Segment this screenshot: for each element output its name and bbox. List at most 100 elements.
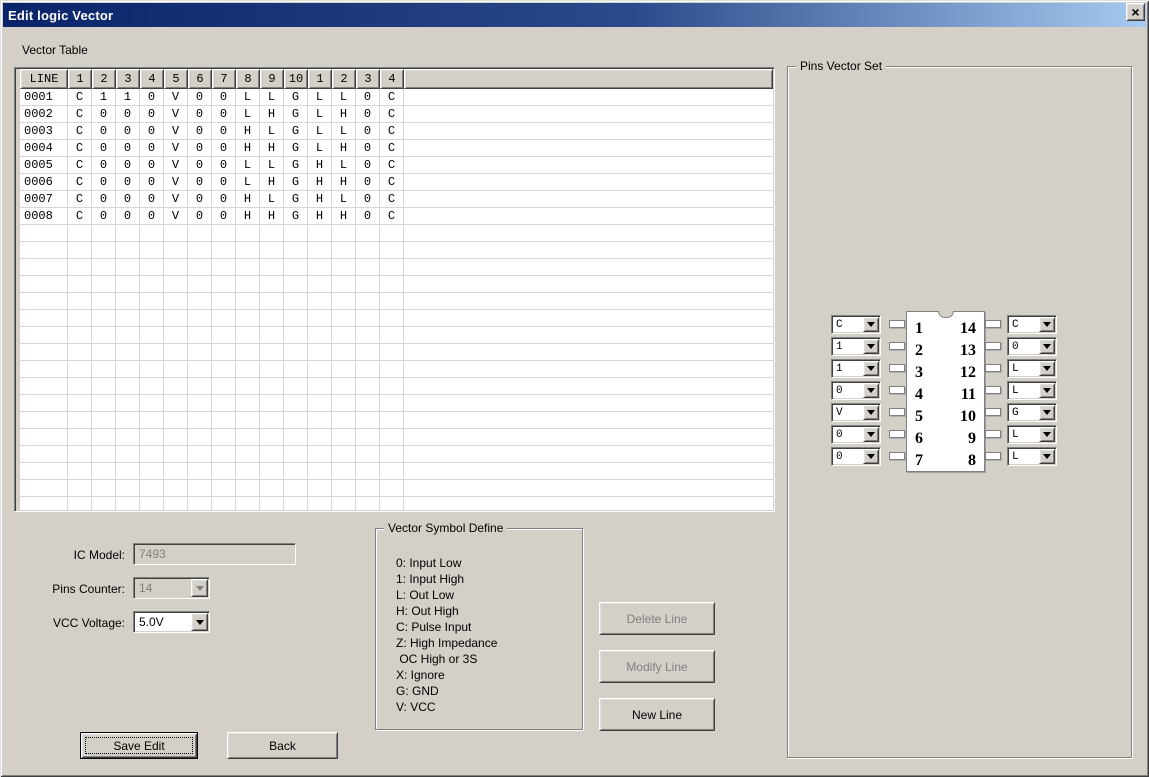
pin-4-combo[interactable]: 0 <box>831 381 881 400</box>
pin-11-combo[interactable]: L <box>1007 381 1057 400</box>
table-cell[interactable]: H <box>236 208 260 224</box>
table-cell[interactable]: L <box>236 157 260 173</box>
table-cell[interactable]: V <box>164 89 188 105</box>
table-cell[interactable]: C <box>68 174 92 190</box>
line-cell[interactable]: 0008 <box>20 208 68 224</box>
table-cell[interactable]: 0 <box>116 106 140 122</box>
column-header-pin-4[interactable]: 4 <box>140 69 164 89</box>
table-cell[interactable]: L <box>308 89 332 105</box>
table-cell[interactable]: L <box>332 157 356 173</box>
table-cell[interactable]: C <box>380 123 404 139</box>
table-row[interactable]: 0005C000V00LLGHL0C <box>20 157 773 174</box>
table-cell[interactable]: 0 <box>212 123 236 139</box>
table-cell[interactable]: 0 <box>188 123 212 139</box>
table-cell[interactable]: 0 <box>92 191 116 207</box>
table-cell[interactable]: 0 <box>140 174 164 190</box>
pin-13-combo[interactable]: 0 <box>1007 337 1057 356</box>
pin-2-combo[interactable]: 1 <box>831 337 881 356</box>
table-cell[interactable]: 0 <box>116 191 140 207</box>
table-cell[interactable]: 0 <box>212 191 236 207</box>
table-cell[interactable]: C <box>380 89 404 105</box>
table-cell[interactable]: H <box>260 208 284 224</box>
table-cell[interactable]: 0 <box>212 140 236 156</box>
table-cell[interactable]: H <box>236 191 260 207</box>
table-cell[interactable]: H <box>308 157 332 173</box>
table-cell[interactable]: L <box>308 123 332 139</box>
pin-12-combo[interactable]: L <box>1007 359 1057 378</box>
table-cell[interactable]: L <box>236 106 260 122</box>
table-cell[interactable]: C <box>68 123 92 139</box>
modify-line-button[interactable]: Modify Line <box>599 650 715 683</box>
table-cell[interactable]: V <box>164 123 188 139</box>
table-cell[interactable]: 0 <box>116 140 140 156</box>
table-row[interactable]: 0008C000V00HHGHH0C <box>20 208 773 225</box>
table-cell[interactable]: 0 <box>212 157 236 173</box>
table-cell[interactable]: 0 <box>212 208 236 224</box>
table-cell[interactable]: G <box>284 89 308 105</box>
table-cell[interactable]: 0 <box>92 123 116 139</box>
table-cell[interactable]: L <box>308 140 332 156</box>
table-cell[interactable]: C <box>68 106 92 122</box>
table-cell[interactable]: G <box>284 140 308 156</box>
new-line-button[interactable]: New Line <box>599 698 715 731</box>
table-cell[interactable]: V <box>164 208 188 224</box>
table-cell[interactable]: 0 <box>212 174 236 190</box>
table-row[interactable]: 0004C000V00HHGLH0C <box>20 140 773 157</box>
table-cell[interactable]: 0 <box>140 123 164 139</box>
table-cell[interactable]: G <box>284 208 308 224</box>
table-cell[interactable]: 0 <box>140 140 164 156</box>
pin-14-combo[interactable]: C <box>1007 315 1057 334</box>
table-cell[interactable]: 0 <box>188 208 212 224</box>
pin-1-combo[interactable]: C <box>831 315 881 334</box>
save-edit-button[interactable]: Save Edit <box>80 732 198 759</box>
table-cell[interactable]: H <box>308 174 332 190</box>
back-button[interactable]: Back <box>227 732 338 759</box>
line-cell[interactable]: 0003 <box>20 123 68 139</box>
table-cell[interactable]: 0 <box>140 157 164 173</box>
column-header-pin-11[interactable]: 1 <box>308 69 332 89</box>
table-cell[interactable]: C <box>68 191 92 207</box>
column-header-pin-9[interactable]: 9 <box>260 69 284 89</box>
line-cell[interactable]: 0002 <box>20 106 68 122</box>
table-cell[interactable]: G <box>284 174 308 190</box>
table-cell[interactable]: V <box>164 106 188 122</box>
table-cell[interactable]: 0 <box>356 123 380 139</box>
table-cell[interactable]: 0 <box>188 157 212 173</box>
table-cell[interactable]: L <box>332 89 356 105</box>
table-cell[interactable]: L <box>308 106 332 122</box>
table-cell[interactable]: L <box>260 123 284 139</box>
table-cell[interactable]: H <box>236 123 260 139</box>
table-cell[interactable]: 0 <box>116 157 140 173</box>
table-cell[interactable]: 1 <box>116 89 140 105</box>
table-cell[interactable]: H <box>260 140 284 156</box>
table-cell[interactable]: V <box>164 140 188 156</box>
table-cell[interactable]: 0 <box>92 106 116 122</box>
table-cell[interactable]: 0 <box>188 89 212 105</box>
table-cell[interactable]: 0 <box>188 106 212 122</box>
column-header-pin-14[interactable]: 4 <box>380 69 404 89</box>
table-cell[interactable]: G <box>284 157 308 173</box>
table-row[interactable]: 0003C000V00HLGLL0C <box>20 123 773 140</box>
table-cell[interactable]: L <box>260 89 284 105</box>
table-cell[interactable]: L <box>236 174 260 190</box>
table-cell[interactable]: H <box>308 191 332 207</box>
table-cell[interactable]: C <box>68 140 92 156</box>
line-cell[interactable]: 0004 <box>20 140 68 156</box>
delete-line-button[interactable]: Delete Line <box>599 602 715 635</box>
table-cell[interactable]: G <box>284 106 308 122</box>
line-cell[interactable]: 0005 <box>20 157 68 173</box>
column-header-pin-5[interactable]: 5 <box>164 69 188 89</box>
table-cell[interactable]: 0 <box>140 208 164 224</box>
table-cell[interactable]: 0 <box>356 191 380 207</box>
table-cell[interactable]: 0 <box>188 191 212 207</box>
table-cell[interactable]: L <box>332 191 356 207</box>
column-header-pin-13[interactable]: 3 <box>356 69 380 89</box>
column-header-pin-1[interactable]: 1 <box>68 69 92 89</box>
column-header-pin-2[interactable]: 2 <box>92 69 116 89</box>
table-cell[interactable]: 0 <box>92 140 116 156</box>
table-cell[interactable]: 0 <box>116 174 140 190</box>
column-header-pin-8[interactable]: 8 <box>236 69 260 89</box>
pin-3-combo[interactable]: 1 <box>831 359 881 378</box>
table-cell[interactable]: L <box>332 123 356 139</box>
table-row[interactable]: 0006C000V00LHGHH0C <box>20 174 773 191</box>
